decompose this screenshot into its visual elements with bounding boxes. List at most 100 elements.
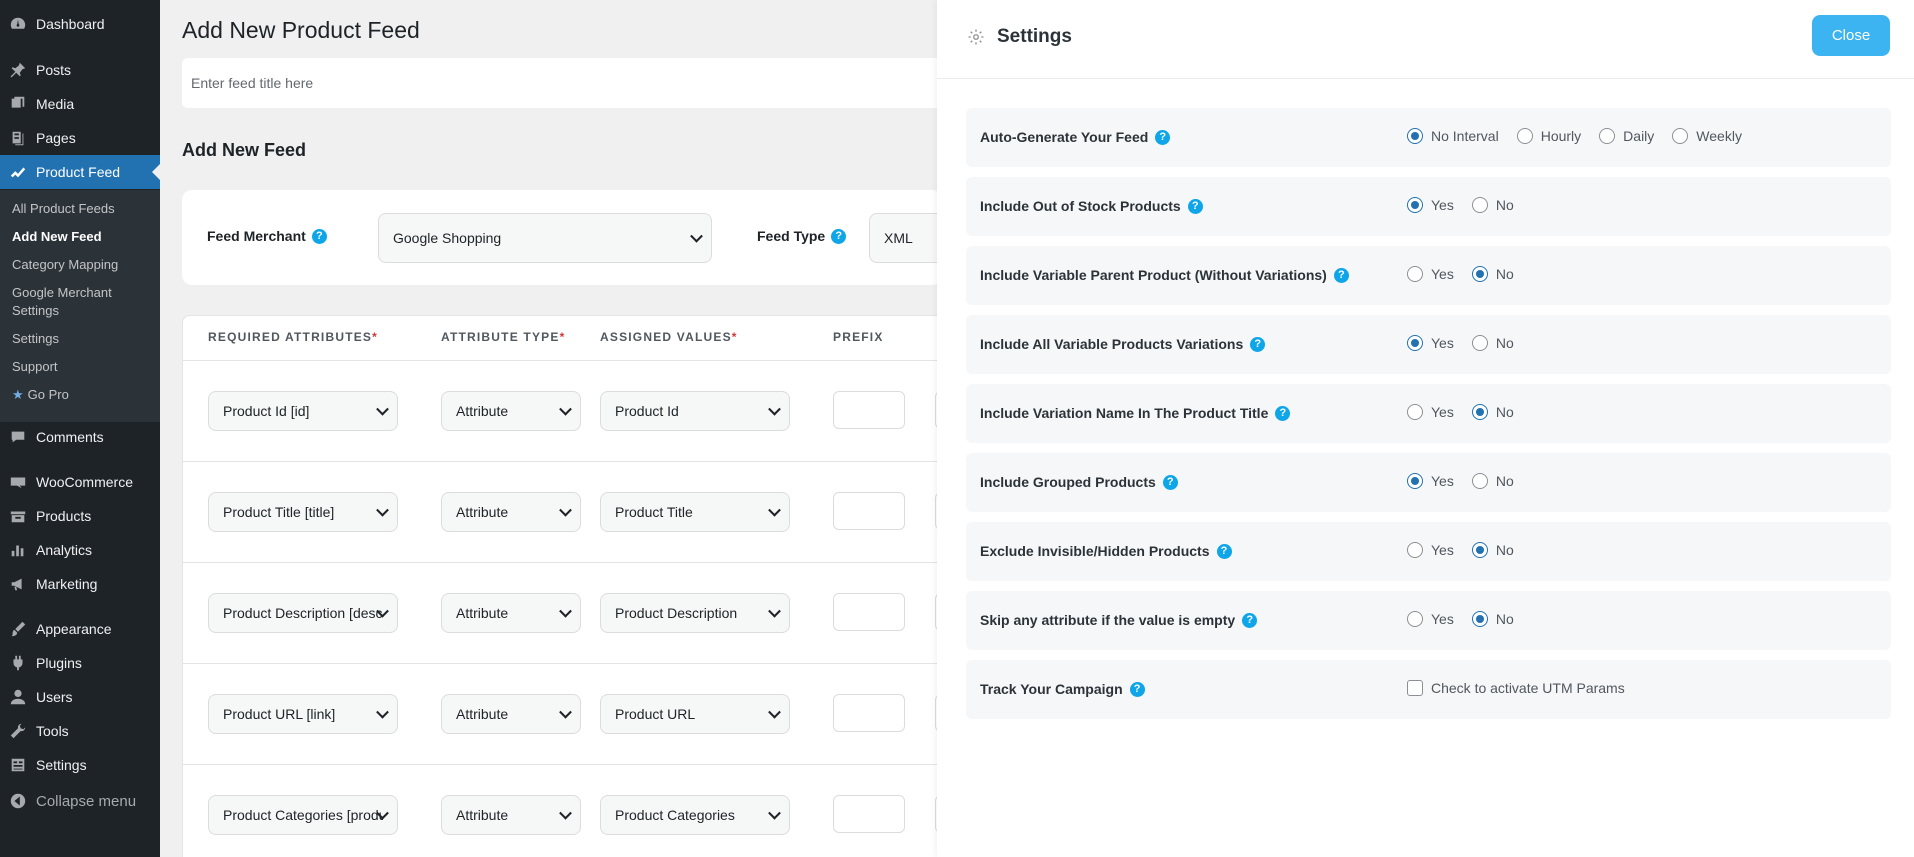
attribute-type-select[interactable]: Attribute — [441, 694, 581, 734]
attribute-select[interactable]: Product Title [title] — [208, 492, 398, 532]
radio-option[interactable]: Yes — [1407, 542, 1454, 558]
radio-button[interactable] — [1407, 542, 1423, 558]
prefix-input[interactable] — [833, 795, 905, 833]
radio-button[interactable] — [1471, 335, 1488, 351]
help-icon[interactable]: ? — [1129, 681, 1145, 697]
radio-option[interactable]: Daily — [1599, 128, 1654, 144]
radio-option[interactable]: No — [1471, 611, 1514, 627]
radio-label: Yes — [1431, 404, 1454, 420]
attribute-type-select[interactable]: Attribute — [441, 391, 581, 431]
help-icon[interactable]: ? — [1162, 474, 1178, 490]
feed-title-input[interactable]: Enter feed title here — [182, 58, 942, 108]
help-icon[interactable]: ? — [1155, 129, 1171, 145]
help-icon[interactable]: ? — [1275, 405, 1291, 421]
menu-settings[interactable]: Settings — [0, 748, 160, 782]
utm-checkbox-option[interactable]: Check to activate UTM Params — [1407, 680, 1625, 696]
radio-button[interactable] — [1471, 611, 1488, 627]
prefix-input[interactable] — [833, 391, 905, 429]
radio-button[interactable] — [1407, 473, 1423, 489]
submenu-settings[interactable]: Settings — [12, 330, 59, 348]
radio-option[interactable]: No — [1471, 542, 1514, 558]
radio-button[interactable] — [1471, 473, 1488, 489]
menu-product-feed[interactable]: Product Feed — [0, 155, 160, 189]
attribute-select[interactable]: Product Description [description] — [208, 593, 398, 633]
prefix-input[interactable] — [833, 694, 905, 732]
assigned-value-select[interactable]: Product Id — [600, 391, 790, 431]
radio-button[interactable] — [1407, 266, 1423, 282]
radio-label: No — [1495, 473, 1514, 489]
assigned-value-select[interactable]: Product Title — [600, 492, 790, 532]
submenu-add-new-feed[interactable]: Add New Feed — [12, 228, 102, 246]
radio-button[interactable] — [1471, 542, 1488, 558]
radio-option[interactable]: Yes — [1407, 404, 1454, 420]
menu-woocommerce[interactable]: WooCommerce — [0, 465, 160, 499]
menu-media[interactable]: Media — [0, 87, 160, 121]
assigned-value-select[interactable]: Product Description — [600, 593, 790, 633]
radio-button[interactable] — [1599, 128, 1616, 144]
menu-tools[interactable]: Tools — [0, 714, 160, 748]
submenu-all-feeds[interactable]: All Product Feeds — [12, 200, 115, 218]
radio-option[interactable]: Yes — [1407, 611, 1454, 627]
utm-checkbox[interactable] — [1407, 680, 1423, 696]
radio-button[interactable] — [1471, 266, 1488, 282]
radio-option[interactable]: No — [1471, 335, 1514, 351]
radio-button[interactable] — [1407, 197, 1423, 213]
attribute-select[interactable]: Product URL [link] — [208, 694, 398, 734]
prefix-input[interactable] — [833, 492, 905, 530]
assigned-value-select[interactable]: Product Categories — [600, 795, 790, 835]
radio-option[interactable]: No — [1471, 266, 1514, 282]
menu-comments[interactable]: Comments — [0, 420, 160, 454]
menu-marketing[interactable]: Marketing — [0, 567, 160, 601]
radio-option[interactable]: No — [1471, 473, 1514, 489]
attribute-select[interactable]: Product Categories [product_type] — [208, 795, 398, 835]
menu-users[interactable]: Users — [0, 680, 160, 714]
help-icon[interactable]: ? — [1333, 267, 1349, 283]
radio-button[interactable] — [1407, 335, 1423, 351]
help-icon[interactable]: ? — [831, 228, 847, 244]
attribute-select[interactable]: Product Id [id] — [208, 391, 398, 431]
radio-button[interactable] — [1407, 404, 1423, 420]
radio-option[interactable]: Yes — [1407, 335, 1454, 351]
menu-appearance[interactable]: Appearance — [0, 612, 160, 646]
help-icon[interactable]: ? — [1187, 198, 1203, 214]
menu-analytics[interactable]: Analytics — [0, 533, 160, 567]
attribute-type-select[interactable]: Attribute — [441, 795, 581, 835]
help-icon[interactable]: ? — [311, 228, 327, 244]
radio-button[interactable] — [1672, 128, 1689, 144]
help-icon[interactable]: ? — [1250, 336, 1266, 352]
radio-button[interactable] — [1471, 197, 1488, 213]
menu-pages[interactable]: Pages — [0, 121, 160, 155]
submenu-support[interactable]: Support — [12, 358, 58, 376]
menu-dashboard[interactable]: Dashboard — [0, 7, 160, 41]
select-value: Product URL — [615, 706, 696, 722]
submenu-go-pro[interactable]: ★ Go Pro — [12, 386, 69, 404]
submenu-category-mapping[interactable]: Category Mapping — [12, 256, 118, 274]
select-value: Product Description [description] — [223, 605, 383, 621]
chevron-down-icon — [559, 503, 572, 517]
radio-button[interactable] — [1471, 404, 1488, 420]
radio-option[interactable]: Hourly — [1516, 128, 1581, 144]
radio-option[interactable]: No — [1471, 197, 1514, 213]
radio-option[interactable]: Yes — [1407, 266, 1454, 282]
submenu-google-merchant-settings[interactable]: Google Merchant Settings — [12, 284, 112, 320]
attribute-type-select[interactable]: Attribute — [441, 492, 581, 532]
attribute-type-select[interactable]: Attribute — [441, 593, 581, 633]
radio-button[interactable] — [1407, 128, 1423, 144]
menu-posts[interactable]: Posts — [0, 53, 160, 87]
radio-option[interactable]: Yes — [1407, 473, 1454, 489]
radio-button[interactable] — [1516, 128, 1533, 144]
radio-option[interactable]: Weekly — [1672, 128, 1742, 144]
radio-button[interactable] — [1407, 611, 1423, 627]
prefix-input[interactable] — [833, 593, 905, 631]
radio-option[interactable]: Yes — [1407, 197, 1454, 213]
help-icon[interactable]: ? — [1216, 543, 1232, 559]
menu-plugins[interactable]: Plugins — [0, 646, 160, 680]
assigned-value-select[interactable]: Product URL — [600, 694, 790, 734]
close-button[interactable]: Close — [1812, 15, 1890, 56]
radio-option[interactable]: No — [1471, 404, 1514, 420]
feed-merchant-select[interactable]: Google Shopping — [378, 213, 712, 263]
menu-products[interactable]: Products — [0, 499, 160, 533]
help-icon[interactable]: ? — [1242, 612, 1258, 628]
radio-option[interactable]: No Interval — [1407, 128, 1499, 144]
collapse-menu-button[interactable]: Collapse menu — [0, 784, 160, 818]
